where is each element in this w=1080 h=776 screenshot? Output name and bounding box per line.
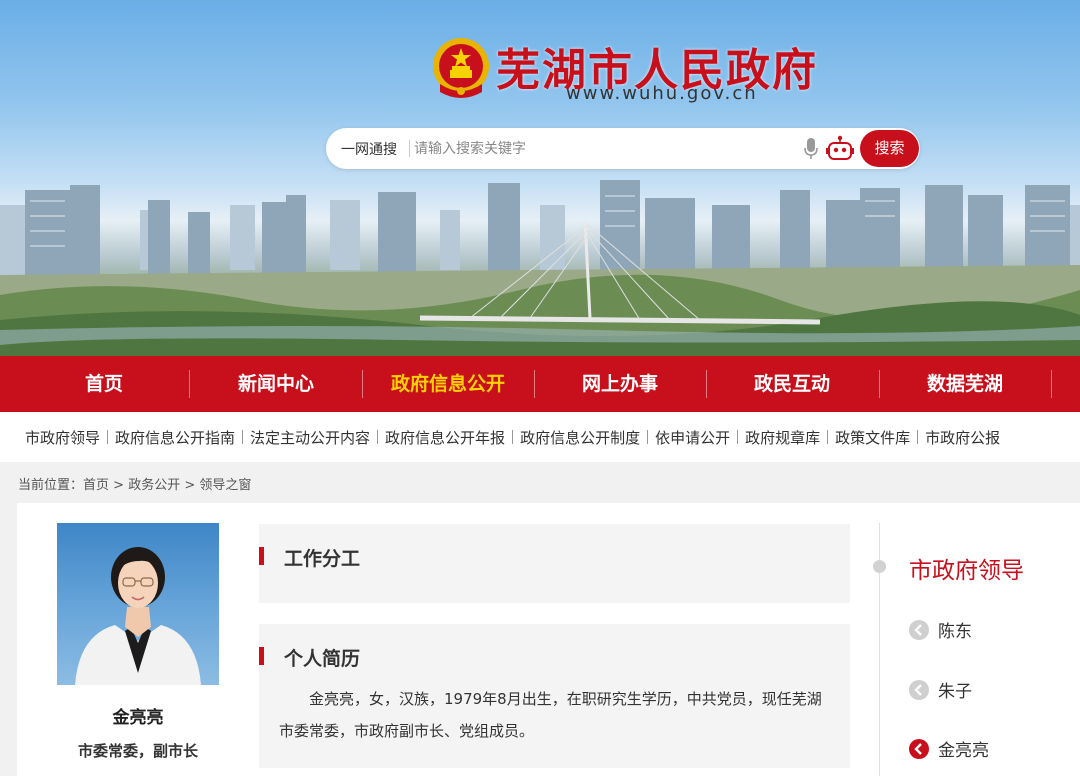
nav-item-info-disclosure[interactable]: 政府信息公开	[362, 356, 534, 412]
chevron-left-icon	[909, 620, 929, 640]
breadcrumb-label: 当前位置：	[18, 478, 84, 493]
biography-section: 个人简历 金亮亮，女，汉族，1979年8月出生，在职研究生学历，中共党员，现任芜…	[259, 624, 850, 768]
section-marker	[259, 647, 264, 665]
subnav-divider	[512, 430, 514, 444]
portrait-image	[75, 547, 201, 685]
subnav-item-regulations[interactable]: 政府规章库	[745, 427, 820, 448]
leader-photo	[57, 523, 219, 685]
sidebar-title: 市政府领导	[909, 558, 1024, 584]
nav-item-online-services[interactable]: 网上办事	[534, 356, 706, 412]
sidebar-item-label: 陈东	[938, 622, 972, 642]
subnav-divider	[647, 430, 649, 444]
subnav-divider	[107, 430, 109, 444]
leader-position: 市委常委，副市长	[77, 742, 198, 760]
chevron-left-icon	[909, 680, 929, 700]
sidebar-item-label: 朱子	[938, 682, 972, 702]
breadcrumb-separator: >	[184, 478, 196, 493]
sub-nav: 市政府领导 政府信息公开指南 法定主动公开内容 政府信息公开年报 政府信息公开制度 依申请…	[0, 412, 1080, 462]
subnav-item-disclosure-rules[interactable]: 政府信息公开制度	[520, 427, 640, 448]
subnav-divider	[737, 430, 739, 444]
breadcrumb-leaders-window[interactable]: 领导之窗	[199, 478, 251, 493]
nav-divider	[1051, 370, 1052, 398]
header-banner: 芜湖市人民政府 www.wuhu.gov.cn 一网通搜 搜索	[0, 0, 1080, 356]
breadcrumb: 当前位置：首页 > 政务公开 > 领导之窗	[18, 474, 251, 493]
search-bar: 一网通搜 搜索	[326, 128, 920, 169]
sidebar-item-label: 金亮亮	[938, 741, 989, 761]
sidebar-item-jinliangliang[interactable]: 金亮亮	[909, 736, 989, 761]
search-input[interactable]	[414, 136, 784, 161]
nav-item-data-wuhu[interactable]: 数据芜湖	[879, 356, 1051, 412]
site-url: www.wuhu.gov.cn	[566, 83, 758, 104]
profile-content: 金亮亮 市委常委，副市长 工作分工 个人简历 金亮亮，女，汉族，1979年8月出…	[17, 503, 1080, 776]
subnav-divider	[917, 430, 919, 444]
breadcrumb-separator: >	[113, 478, 125, 493]
breadcrumb-gov-affairs[interactable]: 政务公开	[128, 478, 180, 493]
national-emblem-icon	[433, 38, 489, 98]
subnav-item-policy-docs[interactable]: 政策文件库	[835, 427, 910, 448]
subnav-item-gazette[interactable]: 市政府公报	[925, 427, 1000, 448]
sidebar-item-chendong[interactable]: 陈东	[909, 617, 972, 642]
subnav-divider	[377, 430, 379, 444]
subnav-item-guide[interactable]: 政府信息公开指南	[115, 427, 235, 448]
leader-name: 金亮亮	[112, 708, 164, 728]
robot-icon[interactable]	[826, 135, 854, 161]
biography-text: 金亮亮，女，汉族，1979年8月出生，在职研究生学历，中共党员，现任芜湖市委常委…	[279, 690, 822, 740]
main-nav: 首页 新闻中心 政府信息公开 网上办事 政民互动 数据芜湖	[0, 356, 1080, 412]
microphone-icon[interactable]	[804, 138, 818, 160]
biography-heading: 个人简历	[284, 648, 361, 670]
search-scope-label[interactable]: 一网通搜	[341, 139, 397, 159]
sidebar-item-zhuzi[interactable]: 朱子	[909, 677, 972, 702]
subnav-item-leaders[interactable]: 市政府领导	[25, 427, 100, 448]
chevron-left-icon	[909, 739, 929, 759]
subnav-item-annual-report[interactable]: 政府信息公开年报	[385, 427, 505, 448]
nav-item-interaction[interactable]: 政民互动	[706, 356, 878, 412]
subnav-item-statutory-content[interactable]: 法定主动公开内容	[250, 427, 370, 448]
breadcrumb-home[interactable]: 首页	[83, 478, 109, 493]
subnav-divider	[242, 430, 244, 444]
section-marker	[259, 547, 264, 565]
subnav-divider	[827, 430, 829, 444]
search-button[interactable]: 搜索	[860, 130, 919, 167]
nav-item-home[interactable]: 首页	[18, 356, 190, 412]
search-divider	[409, 140, 410, 157]
subnav-item-on-request[interactable]: 依申请公开	[655, 427, 730, 448]
nav-item-news[interactable]: 新闻中心	[190, 356, 362, 412]
duties-heading: 工作分工	[284, 548, 361, 570]
sidebar-divider-dot	[873, 560, 886, 573]
duties-section: 工作分工	[259, 524, 850, 603]
